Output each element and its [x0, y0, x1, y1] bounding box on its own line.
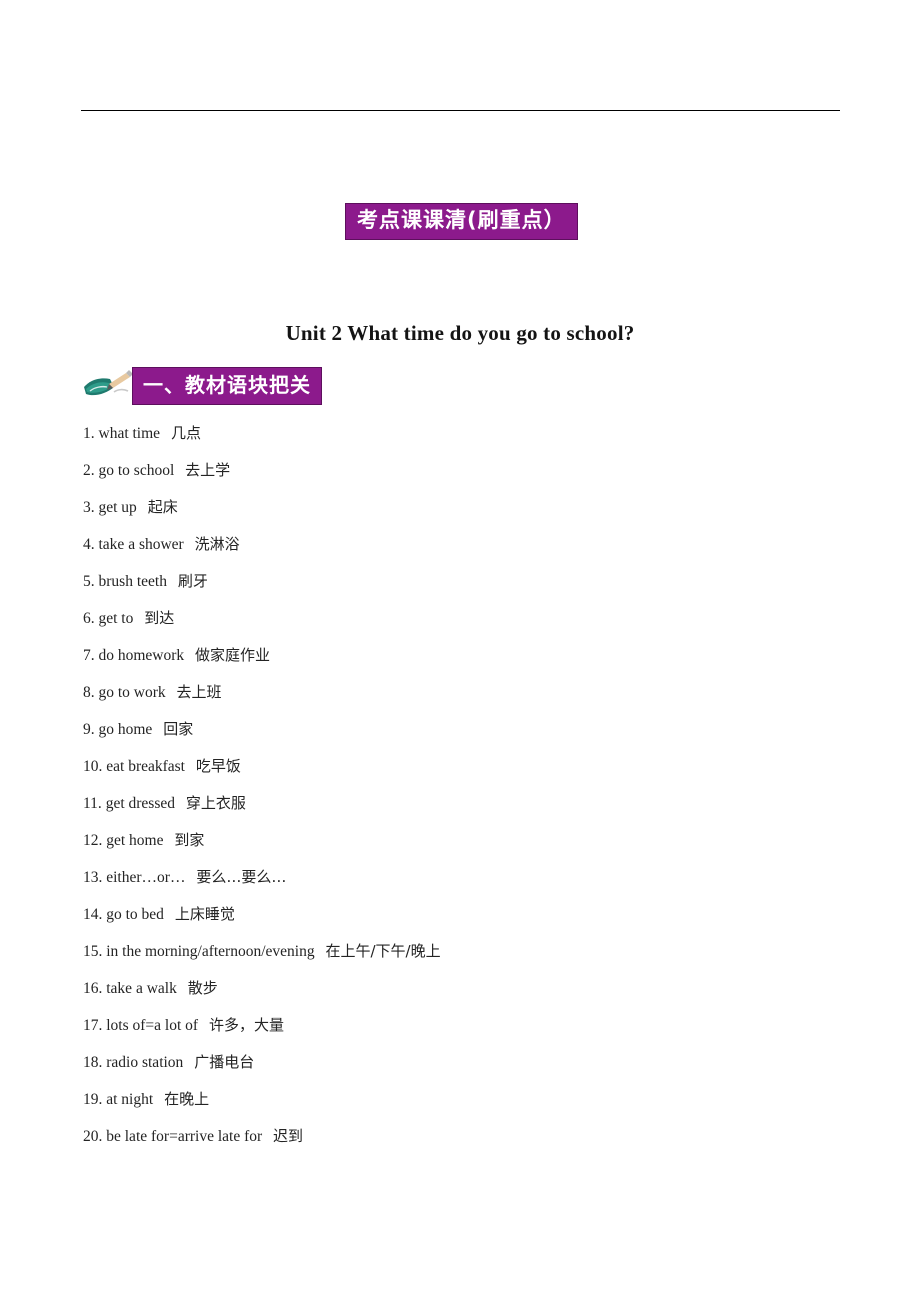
- item-english: take a walk: [106, 980, 177, 997]
- item-number: 10.: [83, 758, 103, 775]
- list-item: 13. either…or… 要么…要么…: [83, 859, 883, 896]
- item-chinese: 洗淋浴: [194, 535, 240, 553]
- item-number: 8.: [83, 684, 95, 701]
- list-item: 7. do homework 做家庭作业: [83, 637, 883, 674]
- item-english: be late for=arrive late for: [106, 1128, 263, 1145]
- list-item: 5. brush teeth 刷牙: [83, 563, 883, 600]
- item-number: 19.: [83, 1091, 103, 1108]
- document-page: 考点课课清(刷重点） Unit 2 What time do you go to…: [0, 0, 920, 1302]
- item-chinese: 去上学: [185, 461, 231, 479]
- item-english: go home: [98, 721, 153, 738]
- list-item: 8. go to work 去上班: [83, 674, 883, 711]
- item-chinese: 起床: [147, 498, 178, 516]
- item-english: take a shower: [98, 536, 184, 553]
- exam-point-badge: 考点课课清(刷重点）: [345, 203, 578, 240]
- item-english: what time: [98, 425, 161, 442]
- item-english: do homework: [98, 647, 185, 664]
- item-chinese: 许多，大量: [208, 1016, 284, 1034]
- item-chinese: 穿上衣服: [185, 794, 246, 812]
- item-number: 2.: [83, 462, 95, 479]
- item-chinese: 在晚上: [164, 1090, 210, 1108]
- item-english: go to bed: [106, 906, 164, 923]
- item-number: 7.: [83, 647, 95, 664]
- list-item: 14. go to bed 上床睡觉: [83, 896, 883, 933]
- item-english: lots of=a lot of: [106, 1017, 199, 1034]
- section-title-badge: 一、教材语块把关: [132, 367, 322, 405]
- list-item: 6. get to 到达: [83, 600, 883, 637]
- item-chinese: 到达: [144, 609, 175, 627]
- list-item: 11. get dressed 穿上衣服: [83, 785, 883, 822]
- item-english: go to work: [98, 684, 166, 701]
- list-item: 10. eat breakfast 吃早饭: [83, 748, 883, 785]
- item-chinese: 吃早饭: [195, 757, 241, 775]
- item-number: 6.: [83, 610, 95, 627]
- list-item: 2. go to school 去上学: [83, 452, 883, 489]
- item-number: 9.: [83, 721, 95, 738]
- item-english: get up: [98, 499, 137, 516]
- item-chinese: 上床睡觉: [174, 905, 235, 923]
- item-english: go to school: [98, 462, 175, 479]
- list-item: 9. go home 回家: [83, 711, 883, 748]
- list-item: 3. get up 起床: [83, 489, 883, 526]
- item-number: 4.: [83, 536, 95, 553]
- list-item: 18. radio station 广播电台: [83, 1044, 883, 1081]
- item-chinese: 要么…要么…: [196, 868, 287, 886]
- item-english: either…or…: [106, 869, 186, 886]
- item-chinese: 散步: [187, 979, 218, 997]
- item-number: 20.: [83, 1128, 103, 1145]
- item-chinese: 到家: [174, 831, 205, 849]
- item-number: 15.: [83, 943, 103, 960]
- list-item: 15. in the morning/afternoon/evening 在上午…: [83, 933, 883, 970]
- item-chinese: 广播电台: [194, 1053, 255, 1071]
- item-english: at night: [106, 1091, 154, 1108]
- item-number: 17.: [83, 1017, 103, 1034]
- item-english: get home: [106, 832, 164, 849]
- list-item: 1. what time 几点: [83, 415, 883, 452]
- vocabulary-list: 1. what time 几点 2. go to school 去上学 3. g…: [83, 415, 883, 1155]
- header-divider: [81, 110, 840, 111]
- item-english: get dressed: [105, 795, 175, 812]
- item-chinese: 在上午/下午/晚上: [325, 942, 441, 960]
- item-number: 5.: [83, 573, 95, 590]
- book-pen-icon: [84, 370, 133, 396]
- item-number: 12.: [83, 832, 103, 849]
- item-number: 18.: [83, 1054, 103, 1071]
- item-number: 13.: [83, 869, 103, 886]
- item-chinese: 去上班: [176, 683, 222, 701]
- item-chinese: 做家庭作业: [195, 646, 271, 664]
- item-chinese: 回家: [163, 720, 194, 738]
- list-item: 17. lots of=a lot of 许多，大量: [83, 1007, 883, 1044]
- item-english: radio station: [106, 1054, 184, 1071]
- item-english: eat breakfast: [106, 758, 185, 775]
- list-item: 16. take a walk 散步: [83, 970, 883, 1007]
- item-chinese: 迟到: [273, 1127, 304, 1145]
- page-title: Unit 2 What time do you go to school?: [285, 321, 635, 345]
- item-number: 1.: [83, 425, 95, 442]
- section-header: 一、教材语块把关: [80, 366, 322, 406]
- item-number: 16.: [83, 980, 103, 997]
- list-item: 12. get home 到家: [83, 822, 883, 859]
- list-item: 4. take a shower 洗淋浴: [83, 526, 883, 563]
- list-item: 20. be late for=arrive late for 迟到: [83, 1118, 883, 1155]
- item-number: 11.: [83, 795, 102, 812]
- item-number: 14.: [83, 906, 103, 923]
- list-item: 19. at night 在晚上: [83, 1081, 883, 1118]
- item-english: brush teeth: [98, 573, 167, 590]
- item-chinese: 刷牙: [177, 572, 208, 590]
- item-number: 3.: [83, 499, 95, 516]
- item-chinese: 几点: [170, 424, 201, 442]
- item-english: get to: [98, 610, 134, 627]
- item-english: in the morning/afternoon/evening: [106, 943, 315, 960]
